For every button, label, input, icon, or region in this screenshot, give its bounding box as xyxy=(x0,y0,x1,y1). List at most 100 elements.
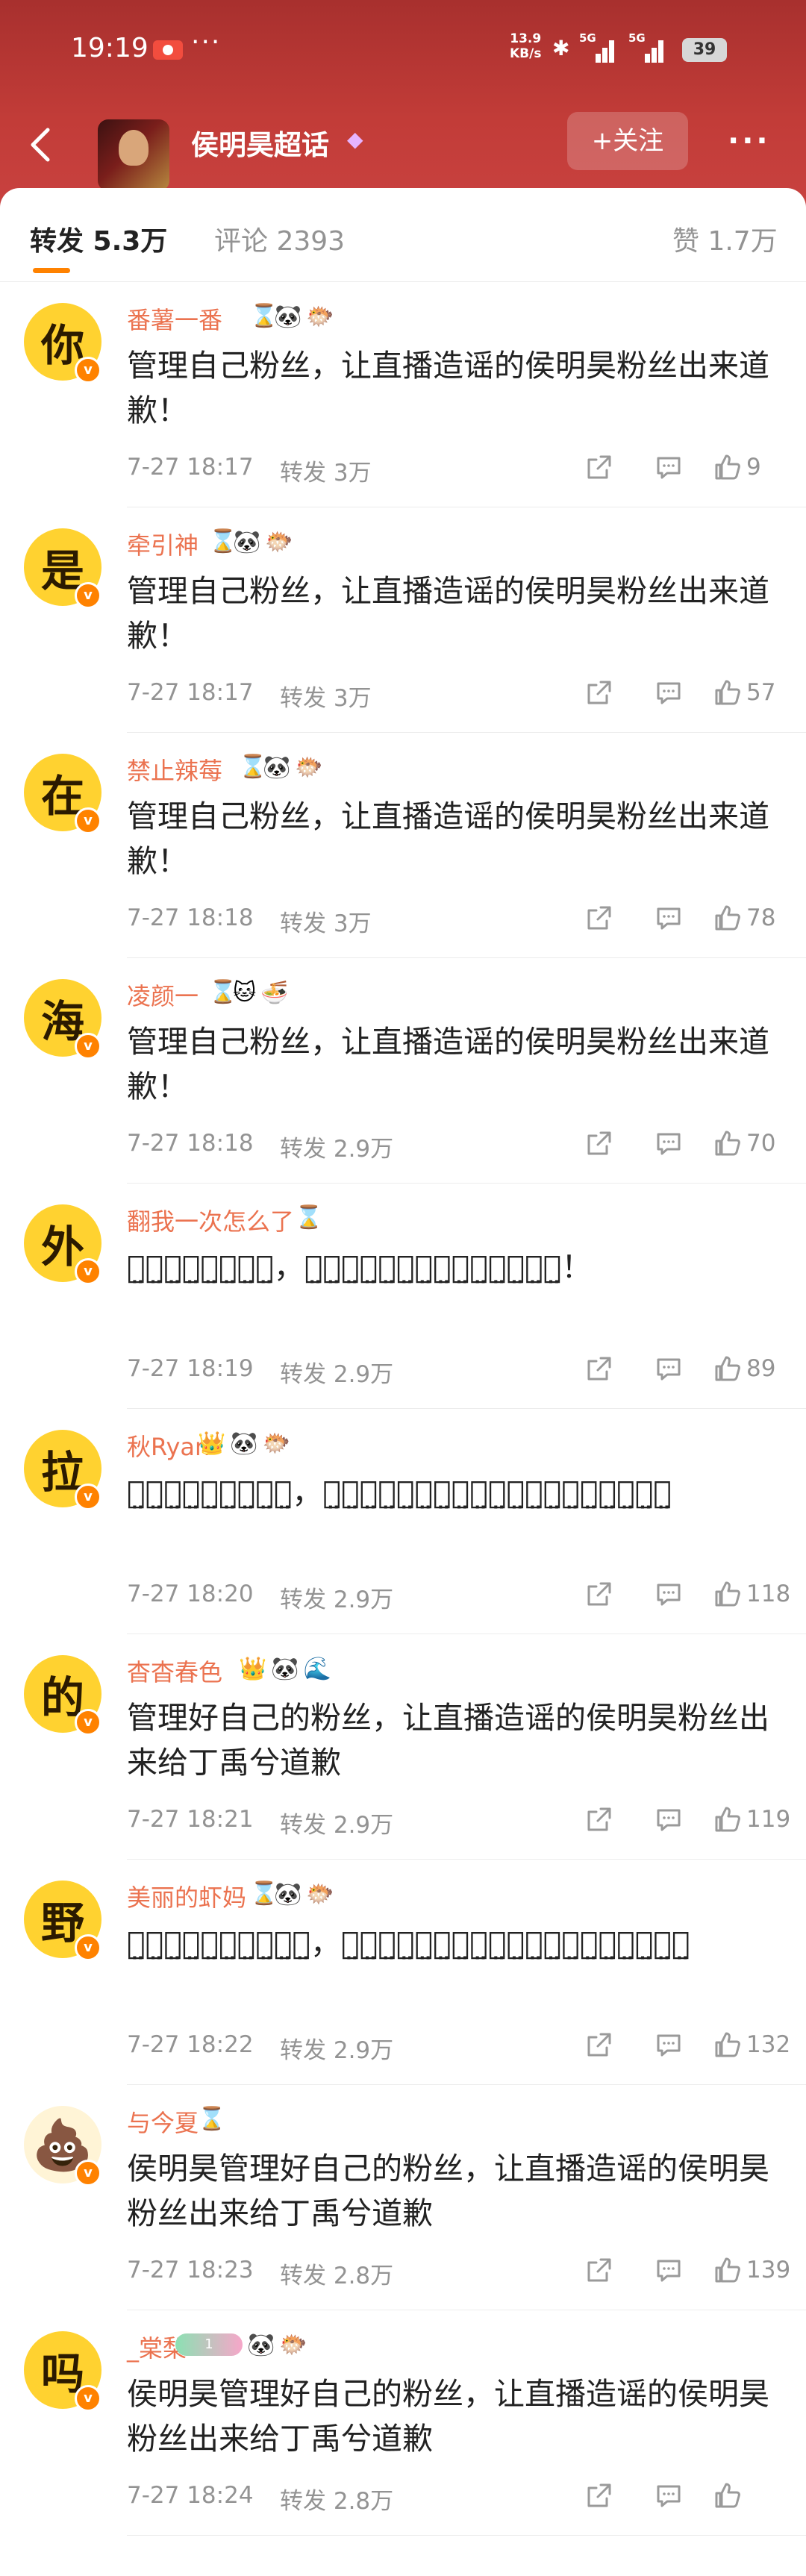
super-topic-gem-icon: ◆ xyxy=(347,127,363,151)
like-count: 139 xyxy=(746,2257,791,2283)
timestamp: 7-27 18:20 xyxy=(127,1581,254,1607)
verified-badge-icon: v xyxy=(75,1709,101,1736)
tab-likes[interactable]: 赞 1.7万 xyxy=(672,219,778,258)
share-icon[interactable] xyxy=(584,2480,614,2510)
wave-badge-icon: 🌊 xyxy=(303,1655,332,1682)
repost-item[interactable]: 野 v 美丽的虾妈 ⌛ 🐼 🐡 侯̤明̤昊̤管̤理̤好̤自̤己̤粉̤丝̤，让̤直̤播… xyxy=(0,1860,806,2085)
timestamp: 7-27 18:21 xyxy=(127,1806,254,1833)
username[interactable]: 牵引神 xyxy=(127,527,199,561)
repost-item[interactable]: 外 v 翻我一次怎么了 ⌛ 侯̤明̤昊̤管̤理̤好̤粉̤丝̤，直̤播̤造̤谣̤的… xyxy=(0,1184,806,1409)
user-badges: 👑 🐼 🐡 xyxy=(198,1428,290,1458)
comment-icon[interactable] xyxy=(654,1354,684,1384)
timestamp: 7-27 18:17 xyxy=(127,454,254,481)
follow-button[interactable]: +关注 xyxy=(567,112,688,170)
crown-badge-icon: 👑 xyxy=(239,1655,267,1682)
repost-text: 侯̤明̤昊̤管̤理̤好̤自̤己̤粉̤丝̤，让̤直̤播̤造̤谣̤的̤侯̤明̤昊̤粉… xyxy=(127,1925,690,1961)
comment-icon[interactable] xyxy=(654,1128,684,1158)
share-icon[interactable] xyxy=(584,1579,614,1609)
like-count: 70 xyxy=(746,1130,776,1157)
comment-icon[interactable] xyxy=(654,452,684,482)
username[interactable]: 与今夏 xyxy=(127,2104,199,2139)
hourglass-badge-icon: ⌛ xyxy=(295,1204,323,1231)
repost-count: 转发 2.9万 xyxy=(280,1361,394,1388)
user-badges: ⌛ 🐼 🐡 xyxy=(209,527,293,557)
timestamp: 7-27 18:24 xyxy=(127,2482,254,2509)
user-badges: ⌛ 🐼 🐡 xyxy=(239,752,323,782)
active-tab-indicator xyxy=(33,268,70,273)
repost-count: 转发 3万 xyxy=(280,460,372,487)
username[interactable]: 翻我一次怎么了 xyxy=(127,1203,294,1237)
topic-cover-image[interactable] xyxy=(98,119,169,191)
like-icon[interactable] xyxy=(713,1128,743,1158)
repost-count: 转发 2.8万 xyxy=(280,2488,394,2515)
share-icon[interactable] xyxy=(584,2030,614,2060)
repost-text: 侯明昊管理好自己的粉丝，让直播造谣的侯明昊粉丝出来给丁禹兮道歉 xyxy=(127,2151,769,2231)
like-icon[interactable] xyxy=(713,1354,743,1384)
panda-badge-icon: 🐼 xyxy=(274,303,302,330)
repost-count: 转发 2.9万 xyxy=(280,2037,394,2064)
share-icon[interactable] xyxy=(584,903,614,933)
comment-icon[interactable] xyxy=(654,2255,684,2285)
share-icon[interactable] xyxy=(584,678,614,707)
tab-reposts[interactable]: 转发 5.3万 xyxy=(30,219,167,258)
repost-item[interactable]: 拉 v 秋Ryan 👑 🐼 🐡 侯̤明̤昊̤管̤理̤自̤己̤粉̤丝̤，让̤直̤播̤造… xyxy=(0,1409,806,1634)
hourglass-badge-icon: ⌛ xyxy=(239,754,267,780)
share-icon[interactable] xyxy=(584,2255,614,2285)
comment-icon[interactable] xyxy=(654,1579,684,1609)
fish-badge-icon: 🐡 xyxy=(279,2331,307,2358)
username[interactable]: 禁止辣莓 xyxy=(127,752,222,787)
share-icon[interactable] xyxy=(584,1128,614,1158)
repost-count: 转发 3万 xyxy=(280,685,372,712)
comment-icon[interactable] xyxy=(654,2030,684,2060)
timestamp: 7-27 18:18 xyxy=(127,904,254,931)
like-icon[interactable] xyxy=(713,1579,743,1609)
repost-item[interactable]: 的 v 杳杳春色 👑 🐼 🌊 管理好自己的粉丝，让直播造谣的侯明昊粉丝出来给丁禹兮道… xyxy=(0,1634,806,1860)
comment-icon[interactable] xyxy=(654,678,684,707)
repost-item[interactable]: 在 v 禁止辣莓 ⌛ 🐼 🐡 管理自己粉丝，让直播造谣的侯明昊粉丝出来道歉！ 7-2… xyxy=(0,733,806,958)
screen-record-icon xyxy=(153,40,183,60)
like-icon[interactable] xyxy=(713,678,743,707)
panda-badge-icon: 🐼 xyxy=(247,2331,275,2358)
repost-count: 转发 2.9万 xyxy=(280,1586,394,1613)
noodles-badge-icon: 🍜 xyxy=(260,979,289,1006)
like-icon[interactable] xyxy=(713,903,743,933)
share-icon[interactable] xyxy=(584,1354,614,1384)
tab-bar: 转发 5.3万 评论 2393 赞 1.7万 xyxy=(0,188,806,282)
username[interactable]: 杳杳春色 xyxy=(127,1654,222,1688)
topic-title[interactable]: 侯明昊超话 xyxy=(191,122,329,163)
repost-item[interactable]: 是 v 牵引神 ⌛ 🐼 🐡 管理自己粉丝，让直播造谣的侯明昊粉丝出来道歉！ 7-27… xyxy=(0,507,806,733)
back-arrow-icon[interactable] xyxy=(22,124,64,166)
repost-item[interactable]: 海 v 凌颜一 ⌛ 🐱 🍜 管理自己粉丝，让直播造谣的侯明昊粉丝出来道歉！ 7-27… xyxy=(0,958,806,1184)
divider xyxy=(127,2535,806,2536)
comment-icon[interactable] xyxy=(654,903,684,933)
comment-icon[interactable] xyxy=(654,1804,684,1834)
share-icon[interactable] xyxy=(584,452,614,482)
more-options-icon[interactable]: ··· xyxy=(728,124,771,158)
repost-item[interactable]: 你 v 番薯一番 ⌛ 🐼 🐡 管理自己粉丝，让直播造谣的侯明昊粉丝出来道歉！ 7-2… xyxy=(0,282,806,507)
share-icon[interactable] xyxy=(584,1804,614,1834)
username[interactable]: 美丽的虾妈 xyxy=(127,1879,246,1913)
verified-badge-icon: v xyxy=(75,2385,101,2412)
signal-label: 5G xyxy=(579,31,596,45)
hourglass-badge-icon: ⌛ xyxy=(250,1881,278,1907)
like-icon[interactable] xyxy=(713,2255,743,2285)
username[interactable]: 番薯一番 xyxy=(127,301,222,336)
signal-icon: 5G xyxy=(628,31,663,63)
like-icon[interactable] xyxy=(713,1804,743,1834)
status-more-indicator: ··· xyxy=(191,27,222,57)
fish-badge-icon: 🐡 xyxy=(306,1881,334,1907)
like-icon[interactable] xyxy=(713,2030,743,2060)
like-icon[interactable] xyxy=(713,2480,743,2510)
comment-icon[interactable] xyxy=(654,2480,684,2510)
header: 19:19 ··· 13.9 KB/s ✱ 5G 5G 39 侯明昊超话 ◆ +… xyxy=(0,0,806,216)
repost-item[interactable]: 吗 v _棠梨 1 🐼 🐡 侯明昊管理好自己的粉丝，让直播造谣的侯明昊粉丝出来给丁禹… xyxy=(0,2310,806,2536)
timestamp: 7-27 18:17 xyxy=(127,679,254,706)
like-icon[interactable] xyxy=(713,452,743,482)
username[interactable]: 凌颜一 xyxy=(127,978,199,1012)
hourglass-badge-icon: ⌛ xyxy=(209,528,237,554)
repost-item[interactable]: 💩 v 与今夏 ⌛ 侯明昊管理好自己的粉丝，让直播造谣的侯明昊粉丝出来给丁禹兮道… xyxy=(0,2085,806,2310)
like-count: 89 xyxy=(746,1355,776,1382)
cat-badge-icon: 🐱 xyxy=(233,979,257,1006)
like-count: 132 xyxy=(746,2031,791,2058)
tab-comments[interactable]: 评论 2393 xyxy=(214,219,345,258)
